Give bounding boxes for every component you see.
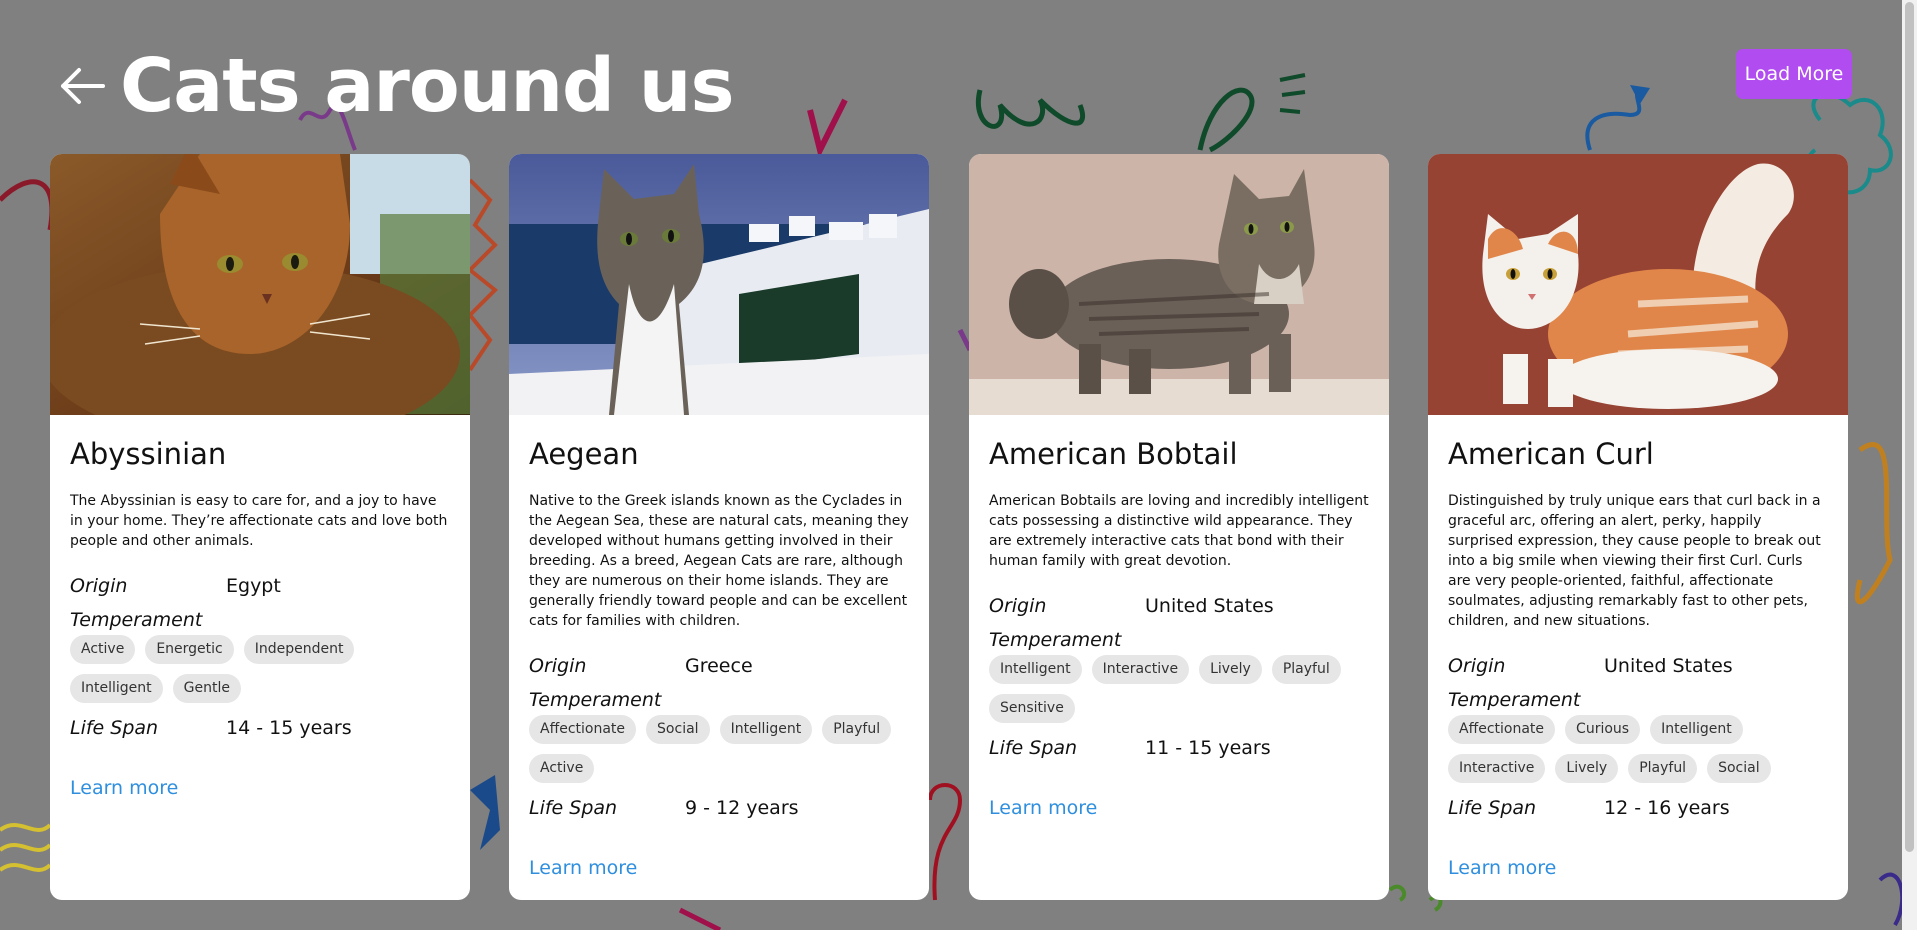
origin-row: Origin United States — [989, 587, 1369, 625]
temperament-tag: Gentle — [172, 674, 241, 703]
life-span-row: Life Span 11 - 15 years — [989, 729, 1369, 767]
cat-card-american-bobtail: American Bobtail American Bobtails are l… — [969, 154, 1389, 900]
origin-value: United States — [1604, 655, 1733, 677]
temperament-tag: Active — [529, 754, 595, 783]
life-span-label: Life Span — [1448, 797, 1537, 819]
cat-card-aegean: Aegean Native to the Greek islands known… — [509, 154, 929, 900]
temperament-tags: Intelligent Interactive Lively Playful S… — [989, 655, 1369, 723]
cat-photo — [1428, 154, 1848, 415]
temperament-tag: Affectionate — [529, 715, 637, 744]
life-span-value: 14 - 15 years — [226, 717, 352, 739]
origin-value: United States — [1145, 595, 1274, 617]
cat-card-american-curl: American Curl Distinguished by truly uni… — [1428, 154, 1848, 900]
life-span-label: Life Span — [529, 797, 618, 819]
origin-row: Origin Egypt — [70, 567, 450, 605]
temperament-tag: Intelligent — [1650, 715, 1743, 744]
life-span-value: 12 - 16 years — [1604, 797, 1730, 819]
temperament-label: Temperament — [1448, 689, 1581, 711]
learn-more-link[interactable]: Learn more — [70, 777, 178, 799]
temperament-tags: Affectionate Curious Intelligent Interac… — [1448, 715, 1828, 783]
arrow-left-icon — [61, 68, 105, 104]
cat-photo — [509, 154, 929, 415]
cat-photo — [969, 154, 1389, 415]
temperament-tag: Sensitive — [989, 694, 1075, 723]
cat-name: Abyssinian — [70, 437, 227, 471]
scrollbar-thumb[interactable] — [1905, 2, 1914, 852]
temperament-tag: Intelligent — [989, 655, 1082, 684]
temperament-tag: Playful — [822, 715, 892, 744]
temperament-tag: Social — [1707, 754, 1771, 783]
cat-description: Native to the Greek islands known as the… — [529, 493, 909, 629]
life-span-row: Life Span 9 - 12 years — [529, 789, 909, 827]
life-span-value: 11 - 15 years — [1145, 737, 1271, 759]
temperament-tag: Interactive — [1091, 655, 1190, 684]
temperament-label: Temperament — [529, 689, 662, 711]
life-span-row: Life Span 12 - 16 years — [1448, 789, 1828, 827]
cat-card-abyssinian: Abyssinian The Abyssinian is easy to car… — [50, 154, 470, 900]
cat-description: Distinguished by truly unique ears that … — [1448, 493, 1821, 629]
temperament-tag: Energetic — [145, 635, 234, 664]
origin-label: Origin — [70, 575, 128, 597]
temperament-tag: Curious — [1565, 715, 1641, 744]
temperament-label: Temperament — [989, 629, 1122, 651]
cat-name: American Curl — [1448, 437, 1654, 471]
temperament-tag: Intelligent — [719, 715, 813, 744]
temperament-tag: Affectionate — [1448, 715, 1556, 744]
page-header: Cats around us — [54, 38, 735, 134]
temperament-tag: Independent — [243, 635, 355, 664]
life-span-row: Life Span 14 - 15 years — [70, 709, 450, 747]
temperament-tags: Affectionate Social Intelligent Playful … — [529, 715, 909, 783]
vertical-scrollbar[interactable] — [1902, 0, 1917, 930]
origin-label: Origin — [529, 655, 587, 677]
learn-more-link[interactable]: Learn more — [529, 857, 637, 879]
life-span-label: Life Span — [989, 737, 1078, 759]
cat-photo — [50, 154, 470, 415]
cat-description: The Abyssinian is easy to care for, and … — [70, 493, 448, 549]
back-button[interactable] — [54, 58, 110, 114]
temperament-tag: Interactive — [1448, 754, 1546, 783]
temperament-tag: Lively — [1199, 655, 1262, 684]
origin-value: Greece — [685, 655, 753, 677]
temperament-tag: Intelligent — [70, 674, 163, 703]
origin-row: Origin Greece — [529, 647, 909, 685]
origin-row: Origin United States — [1448, 647, 1828, 685]
temperament-tag: Social — [646, 715, 710, 744]
life-span-label: Life Span — [70, 717, 159, 739]
temperament-tag: Active — [70, 635, 136, 664]
temperament-tag: Playful — [1271, 655, 1341, 684]
cat-name: American Bobtail — [989, 437, 1238, 471]
origin-label: Origin — [989, 595, 1047, 617]
learn-more-link[interactable]: Learn more — [1448, 857, 1556, 879]
temperament-label: Temperament — [70, 609, 203, 631]
origin-label: Origin — [1448, 655, 1506, 677]
load-more-button[interactable]: Load More — [1736, 49, 1852, 99]
cat-description: American Bobtails are loving and incredi… — [989, 493, 1369, 569]
cat-name: Aegean — [529, 437, 639, 471]
life-span-value: 9 - 12 years — [685, 797, 799, 819]
origin-value: Egypt — [226, 575, 281, 597]
learn-more-link[interactable]: Learn more — [989, 797, 1097, 819]
page-title: Cats around us — [120, 43, 735, 129]
temperament-tag: Playful — [1628, 754, 1698, 783]
temperament-tag: Lively — [1555, 754, 1619, 783]
temperament-tags: Active Energetic Independent Intelligent… — [70, 635, 450, 703]
